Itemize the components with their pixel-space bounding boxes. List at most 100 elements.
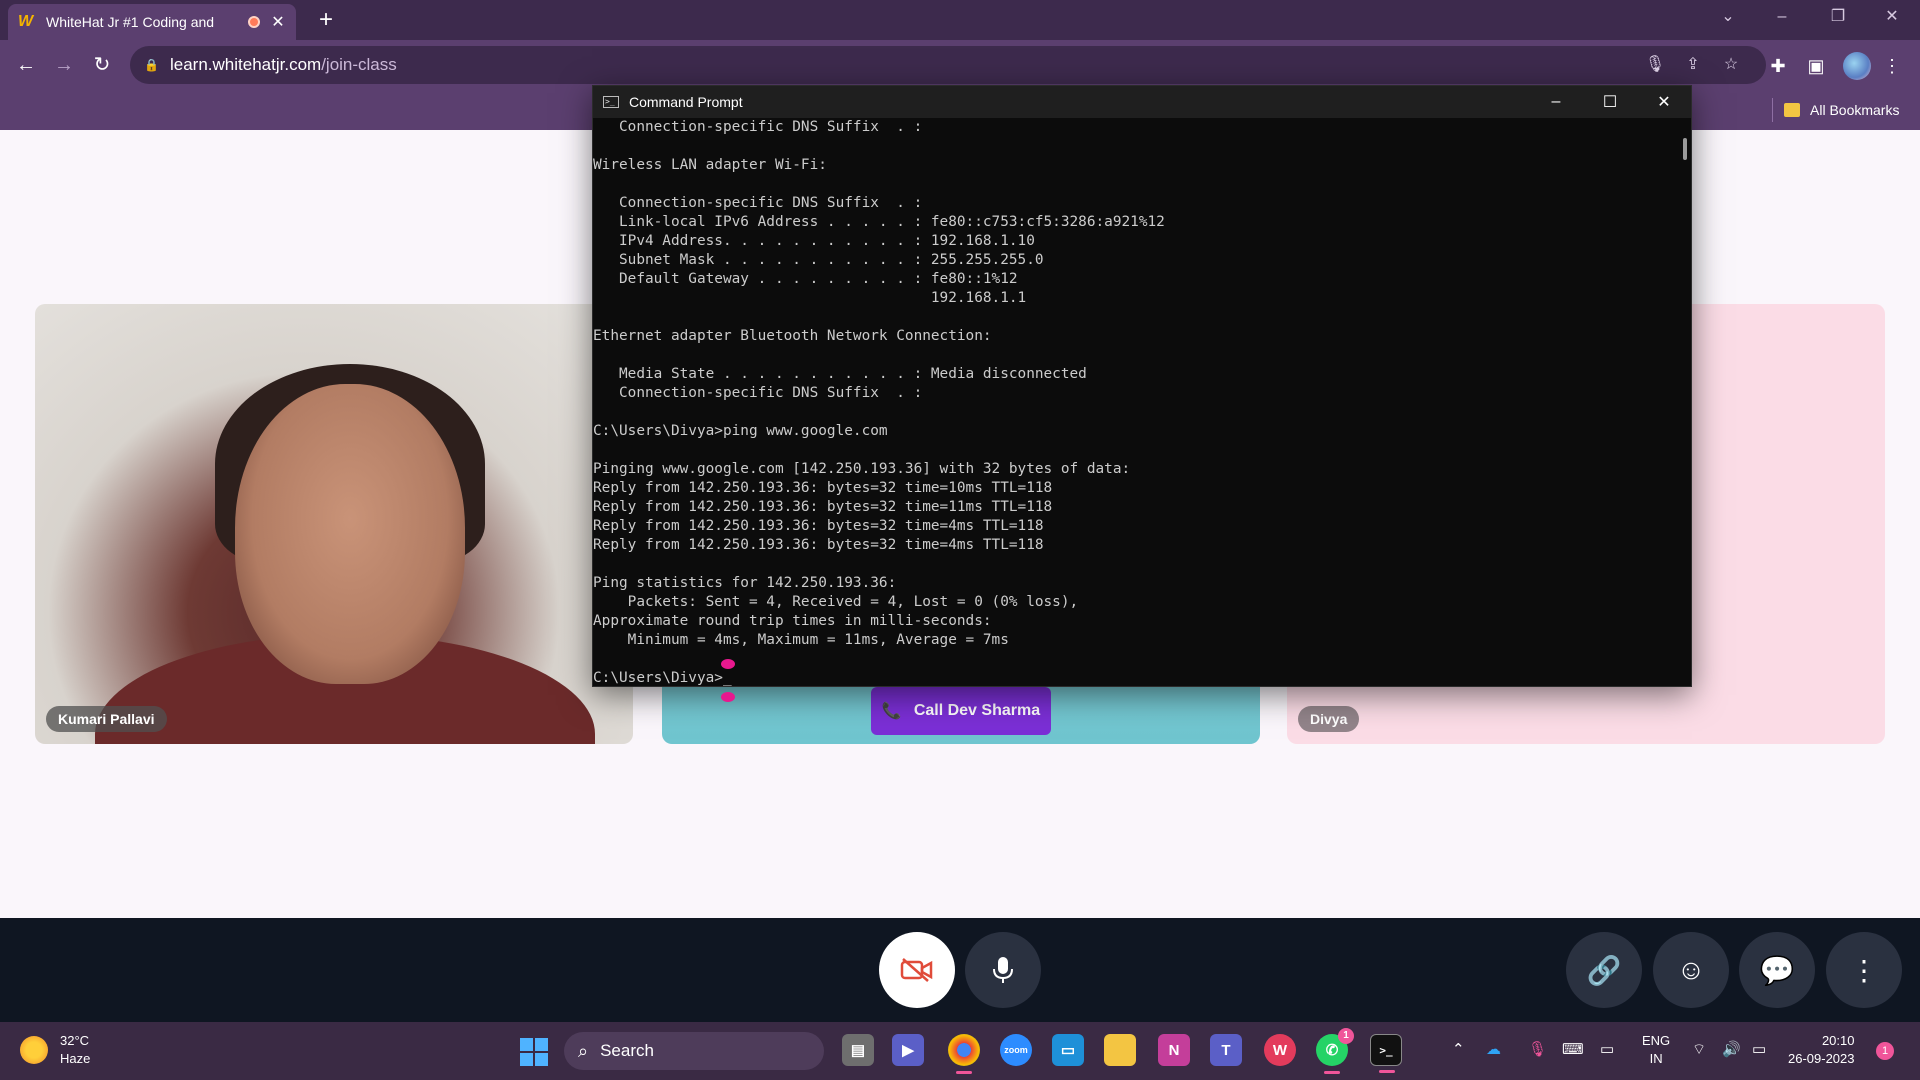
share-icon[interactable]: ⇪: [1682, 54, 1704, 76]
all-bookmarks-label: All Bookmarks: [1810, 102, 1900, 118]
volume-icon[interactable]: 🔊: [1722, 1040, 1741, 1058]
task-view-icon[interactable]: ▤: [842, 1034, 874, 1066]
pointer-highlight-top: [721, 659, 735, 669]
cmd-console-output[interactable]: Connection-specific DNS Suffix . : Wirel…: [593, 118, 1677, 686]
phone-icon: 📞: [881, 703, 902, 720]
weather-temperature: 32°C: [60, 1033, 90, 1048]
zoom-icon[interactable]: zoom: [1000, 1034, 1032, 1066]
participant-name-tag: Kumari Pallavi: [46, 706, 167, 732]
reload-icon[interactable]: ↻: [86, 49, 118, 81]
cmd-line: Approximate round trip times in milli-se…: [593, 613, 992, 629]
taskbar-search-box[interactable]: ⌕ Search: [564, 1032, 824, 1070]
camera-off-button[interactable]: [879, 932, 955, 1008]
tab-search-button[interactable]: ⌄: [1706, 0, 1750, 36]
desktop-monitor-icon[interactable]: ▭: [1052, 1034, 1084, 1066]
cmd-line: IPv4 Address. . . . . . . . . . . : 192.…: [593, 233, 1035, 249]
address-bar[interactable]: 🔒 learn.whitehatjr.com/join-class: [130, 46, 1766, 84]
notification-badge[interactable]: 1: [1876, 1042, 1894, 1060]
show-hidden-icons-chevron-icon[interactable]: ⌃: [1452, 1040, 1465, 1058]
cmd-line: Link-local IPv6 Address . . . . . : fe80…: [593, 214, 1165, 230]
cmd-line: Wireless LAN adapter Wi-Fi:: [593, 157, 827, 173]
microphone-button[interactable]: [965, 932, 1041, 1008]
battery-icon[interactable]: ▭: [1752, 1040, 1766, 1058]
cmd-line: Pinging www.google.com [142.250.193.36] …: [593, 461, 1131, 477]
cmd-maximize-button[interactable]: ☐: [1583, 92, 1637, 112]
cmd-line: Media State . . . . . . . . . . . : Medi…: [593, 366, 1087, 382]
command-prompt-window[interactable]: >_ Command Prompt – ☐ ✕ Connection-speci…: [592, 85, 1692, 702]
wifi-icon[interactable]: ⌔: [1692, 1040, 1706, 1059]
cmd-line: 192.168.1.1: [593, 290, 1027, 306]
keyboard-icon[interactable]: ⌨: [1562, 1040, 1584, 1058]
close-window-button[interactable]: ✕: [1870, 0, 1914, 36]
terminal-icon[interactable]: >_: [1370, 1034, 1402, 1073]
forward-arrow-icon[interactable]: →: [48, 49, 80, 81]
cmd-line: C:\Users\Divya>_: [593, 670, 732, 686]
all-bookmarks-button[interactable]: All Bookmarks: [1784, 98, 1899, 122]
more-options-button[interactable]: ⋮: [1826, 932, 1902, 1008]
cmd-window-icon: >_: [603, 96, 619, 108]
system-clock[interactable]: 20:10 26-09-2023: [1788, 1032, 1855, 1068]
cmd-title-bar[interactable]: >_ Command Prompt – ☐ ✕: [593, 86, 1691, 118]
bookmarks-divider: [1772, 98, 1773, 122]
url-path: /join-class: [321, 55, 397, 74]
onenote-icon[interactable]: N: [1158, 1034, 1190, 1066]
share-link-button[interactable]: 🔗: [1566, 932, 1642, 1008]
cmd-line: Connection-specific DNS Suffix . :: [593, 195, 923, 211]
cmd-minimize-button[interactable]: –: [1529, 93, 1583, 111]
participant-video-tile: Kumari Pallavi: [35, 304, 633, 744]
link-icon: 🔗: [1586, 954, 1622, 986]
cmd-line: Ethernet adapter Bluetooth Network Conne…: [593, 328, 992, 344]
call-button-label: Call Dev Sharma: [913, 702, 1041, 719]
chrome-icon[interactable]: [948, 1034, 980, 1074]
extensions-puzzle-icon[interactable]: ✚: [1766, 54, 1790, 78]
video-person-face: [235, 384, 465, 684]
onedrive-cloud-icon[interactable]: ☁: [1486, 1040, 1501, 1058]
chat-button[interactable]: 💬: [1739, 932, 1815, 1008]
whatsapp-icon[interactable]: ✆ 1: [1316, 1028, 1354, 1074]
menu-kebab-icon[interactable]: ⋮: [1880, 54, 1904, 78]
cmd-title: Command Prompt: [629, 94, 743, 110]
input-language-indicator[interactable]: ENG IN: [1642, 1032, 1670, 1068]
clock-date: 26-09-2023: [1788, 1051, 1855, 1066]
search-icon: ⌕: [578, 1040, 589, 1061]
windows-start-icon[interactable]: [520, 1038, 548, 1066]
cmd-line: Reply from 142.250.193.36: bytes=32 time…: [593, 480, 1053, 496]
cmd-line: Connection-specific DNS Suffix . :: [593, 119, 923, 135]
lock-icon: 🔒: [144, 58, 159, 72]
teams-meet-icon[interactable]: ▶: [892, 1034, 924, 1066]
chat-bubble-icon: 💬: [1759, 954, 1795, 986]
cmd-close-button[interactable]: ✕: [1637, 92, 1691, 112]
search-label: Search: [600, 1041, 654, 1060]
cmd-output-text: Connection-specific DNS Suffix . : Wirel…: [593, 118, 1677, 686]
cmd-line: [593, 441, 1677, 460]
self-name-tag: Divya: [1298, 706, 1360, 732]
profile-avatar[interactable]: [1843, 52, 1871, 80]
language-region: IN: [1649, 1051, 1663, 1066]
call-dev-sharma-button[interactable]: 📞 Call Dev Sharma: [871, 687, 1051, 735]
bookmark-star-icon[interactable]: ☆: [1720, 54, 1742, 76]
tablet-mode-icon[interactable]: ▭: [1600, 1040, 1614, 1058]
restore-button[interactable]: ❐: [1816, 0, 1860, 36]
browser-tab-bar: W WhiteHat Jr #1 Coding and ✕ + ⌄ – ❐ ✕: [0, 0, 1920, 40]
cmd-line: [593, 555, 1677, 574]
cmd-scrollbar-thumb[interactable]: [1683, 138, 1687, 160]
windows-taskbar: 32°C Haze ⌕ Search ▤ ▶ zoom ▭ N T W ✆ 1 >…: [0, 1022, 1920, 1080]
back-arrow-icon[interactable]: ←: [10, 49, 42, 81]
new-tab-button[interactable]: +: [312, 6, 340, 34]
file-explorer-icon[interactable]: [1104, 1034, 1136, 1066]
pointer-highlight-bottom: [721, 692, 735, 702]
cmd-line: Reply from 142.250.193.36: bytes=32 time…: [593, 518, 1044, 534]
tab-close-icon[interactable]: ✕: [270, 12, 286, 32]
recording-indicator-icon: [248, 16, 260, 28]
minimize-button[interactable]: –: [1760, 0, 1804, 36]
weather-widget[interactable]: 32°C Haze: [20, 1032, 90, 1068]
reactions-button[interactable]: ☺: [1653, 932, 1729, 1008]
microphone-icon[interactable]: 🎙: [1644, 54, 1666, 76]
teams-icon[interactable]: T: [1210, 1034, 1242, 1066]
wps-office-icon[interactable]: W: [1264, 1034, 1296, 1066]
side-panel-icon[interactable]: ▣: [1804, 54, 1828, 78]
cmd-line: C:\Users\Divya>ping www.google.com: [593, 423, 888, 439]
browser-tab-active[interactable]: W WhiteHat Jr #1 Coding and ✕: [8, 4, 296, 40]
cmd-line: [593, 308, 1677, 327]
mic-in-use-icon[interactable]: 🎙: [1528, 1040, 1547, 1058]
